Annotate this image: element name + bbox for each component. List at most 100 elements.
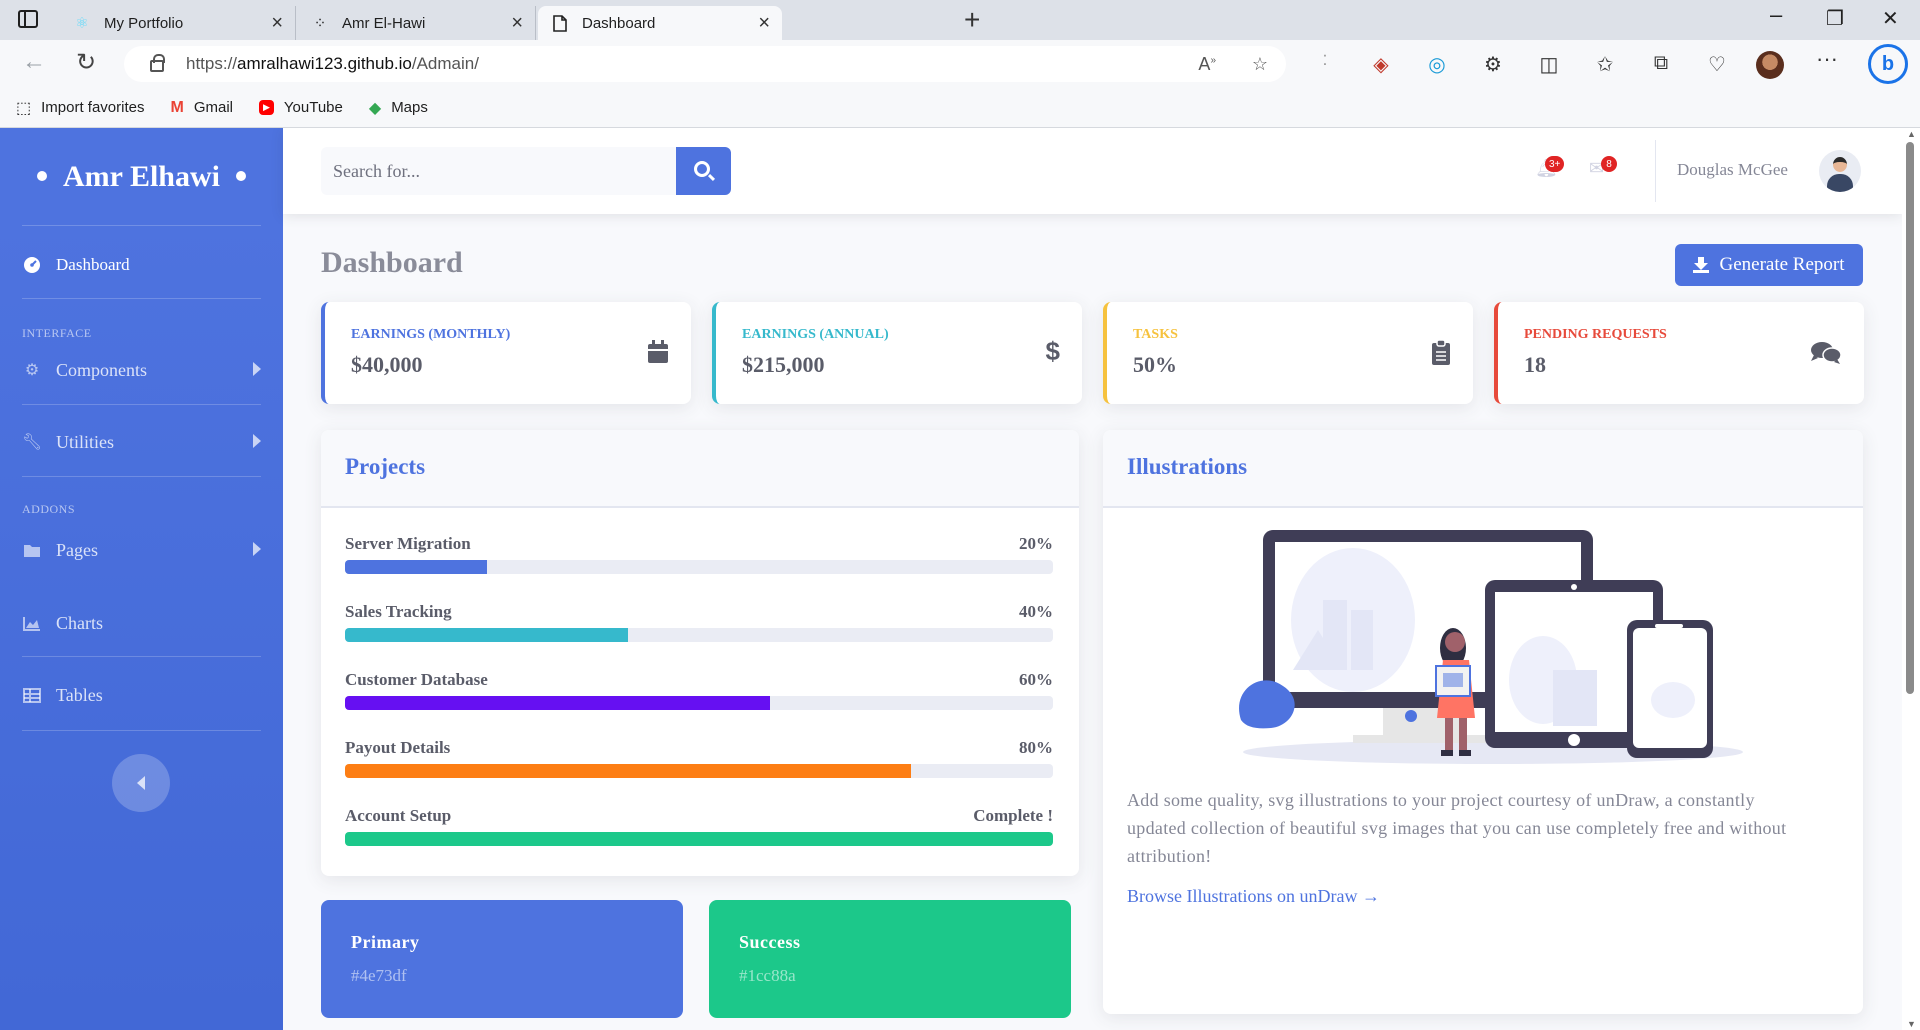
tab-title: My Portfolio	[104, 14, 184, 32]
stat-label: EARNINGS (ANNUAL)	[742, 327, 889, 342]
collections-icon[interactable]: ⧉	[1646, 52, 1676, 77]
performance-icon[interactable]: ♡	[1702, 52, 1732, 77]
new-tab-button[interactable]: +	[964, 4, 980, 36]
favorite-gmail[interactable]: M Gmail	[171, 99, 234, 117]
gmail-icon: M	[170, 98, 184, 116]
browse-illustrations-link[interactable]: Browse Illustrations on unDraw →	[1127, 886, 1380, 907]
refresh-button[interactable]: ↻	[76, 48, 96, 77]
profile-avatar-icon[interactable]	[1756, 51, 1784, 79]
close-window-button[interactable]: ✕	[1882, 6, 1899, 31]
progress-track	[345, 832, 1053, 846]
sidebar-divider	[22, 404, 261, 405]
favorite-youtube[interactable]: ▶ YouTube	[259, 99, 343, 116]
youtube-icon: ▶	[259, 100, 274, 115]
extension-dots-icon[interactable]: ⁚	[1310, 52, 1340, 77]
more-menu-icon[interactable]: ···	[1816, 46, 1838, 72]
sidebar-item-charts[interactable]: Charts	[22, 611, 261, 635]
undraw-illustration	[1223, 530, 1743, 770]
avatar[interactable]	[1819, 150, 1861, 192]
sidebar-item-utilities[interactable]: 🔧︎ Utilities	[22, 430, 261, 454]
generate-report-button[interactable]: Generate Report	[1675, 244, 1863, 286]
stat-value: $215,000	[742, 352, 825, 377]
color-card-primary: Primary #4e73df	[321, 900, 683, 1018]
scroll-down-icon[interactable]: ▼	[1907, 1019, 1916, 1029]
project-name: Server Migration	[345, 534, 471, 553]
url-field[interactable]: https://amralhawi123.github.io/Admain/ A…	[124, 46, 1286, 82]
user-name[interactable]: Douglas McGee	[1677, 160, 1788, 180]
close-icon[interactable]: ×	[271, 12, 283, 35]
favorite-maps[interactable]: ◆ Maps	[369, 98, 428, 118]
project-value: 80%	[1019, 738, 1053, 757]
sidebar-divider	[22, 298, 261, 299]
dots-icon: ⁘	[313, 15, 327, 32]
scrollbar-thumb[interactable]	[1906, 142, 1914, 694]
wrench-icon: 🔧︎	[21, 434, 43, 451]
extensions-icon[interactable]: ⚙	[1478, 52, 1508, 77]
generate-report-label: Generate Report	[1719, 254, 1845, 275]
close-icon[interactable]: ×	[511, 12, 523, 35]
close-icon[interactable]: ×	[758, 12, 770, 35]
url-text: https://amralhawi123.github.io/Admain/	[186, 54, 479, 73]
split-screen-icon[interactable]: ◫	[1534, 52, 1564, 77]
stat-label: PENDING REQUESTS	[1524, 327, 1667, 342]
sidebar-toggle-button[interactable]	[112, 754, 170, 812]
color-card-name: Success	[739, 932, 801, 952]
download-icon	[1693, 257, 1710, 273]
scroll-up-icon[interactable]: ▲	[1907, 129, 1916, 139]
extension-vpn-icon[interactable]: ◎	[1422, 52, 1452, 77]
tab-actions-icon[interactable]	[18, 10, 38, 28]
react-icon: ⚛	[75, 15, 89, 32]
progress-track	[345, 560, 1053, 574]
tab-dashboard[interactable]: Dashboard ×	[538, 6, 782, 40]
favorite-import[interactable]: ⬚ Import favorites	[16, 98, 145, 118]
search-input[interactable]	[321, 147, 676, 195]
sidebar-divider	[22, 476, 261, 477]
read-aloud-icon[interactable]: A»	[1198, 54, 1216, 75]
sidebar-item-label: Pages	[56, 539, 98, 560]
sidebar-item-label: Charts	[56, 612, 103, 633]
minimize-button[interactable]: –	[1770, 2, 1782, 28]
favorites-list-icon[interactable]: ✩	[1590, 52, 1620, 77]
stat-label: EARNINGS (MONTHLY)	[351, 327, 511, 342]
stat-card-earnings-monthly: EARNINGS (MONTHLY) $40,000	[321, 302, 691, 404]
sidebar-item-pages[interactable]: Pages	[22, 538, 261, 562]
tab-amr-el-hawi[interactable]: ⁘ Amr El-Hawi ×	[298, 6, 536, 40]
sidebar-divider	[22, 225, 261, 226]
sidebar: Amr Elhawi Dashboard INTERFACE ⚙ Compone…	[0, 128, 283, 1030]
projects-title: Projects	[345, 454, 426, 479]
stat-label: TASKS	[1133, 327, 1178, 342]
cog-icon: ⚙	[24, 362, 40, 379]
bing-copilot-icon[interactable]: b	[1868, 44, 1908, 84]
favorite-star-icon[interactable]: ☆	[1252, 54, 1268, 75]
page-title: Dashboard	[321, 246, 463, 279]
caret-right-icon	[253, 542, 261, 556]
tab-my-portfolio[interactable]: ⚛ My Portfolio ×	[60, 6, 296, 40]
color-card-success: Success #1cc88a	[709, 900, 1071, 1018]
favorite-label: Gmail	[193, 99, 233, 116]
sidebar-item-dashboard[interactable]: Dashboard	[22, 253, 261, 277]
chart-area-icon	[22, 613, 42, 633]
search-button[interactable]	[676, 147, 731, 195]
extension-color-icon[interactable]: ◈	[1366, 52, 1396, 77]
stat-card-pending-requests: PENDING REQUESTS 18	[1494, 302, 1864, 404]
stat-value: 18	[1524, 352, 1546, 377]
stat-value: $40,000	[351, 352, 423, 377]
tachometer-icon	[22, 255, 42, 275]
alerts-badge: 3+	[1545, 156, 1565, 172]
sidebar-item-components[interactable]: ⚙ Components	[22, 358, 261, 382]
import-icon: ⬚	[16, 99, 32, 117]
sidebar-divider	[22, 730, 261, 731]
sidebar-brand[interactable]: Amr Elhawi	[0, 160, 283, 194]
table-icon	[22, 685, 42, 705]
web-page: Amr Elhawi Dashboard INTERFACE ⚙ Compone…	[0, 128, 1902, 1030]
projects-card-header: Projects	[321, 430, 1079, 508]
sidebar-heading-addons: ADDONS	[22, 502, 76, 516]
progress-track	[345, 696, 1053, 710]
page-scrollbar[interactable]: ▲ ▼	[1902, 128, 1920, 1030]
tab-title: Dashboard	[582, 14, 656, 32]
dollar-icon: $	[1045, 336, 1060, 366]
restore-button[interactable]: ❐	[1826, 6, 1844, 31]
back-button[interactable]: ←	[22, 48, 46, 76]
progress-fill	[345, 764, 912, 778]
sidebar-item-tables[interactable]: Tables	[22, 683, 261, 707]
